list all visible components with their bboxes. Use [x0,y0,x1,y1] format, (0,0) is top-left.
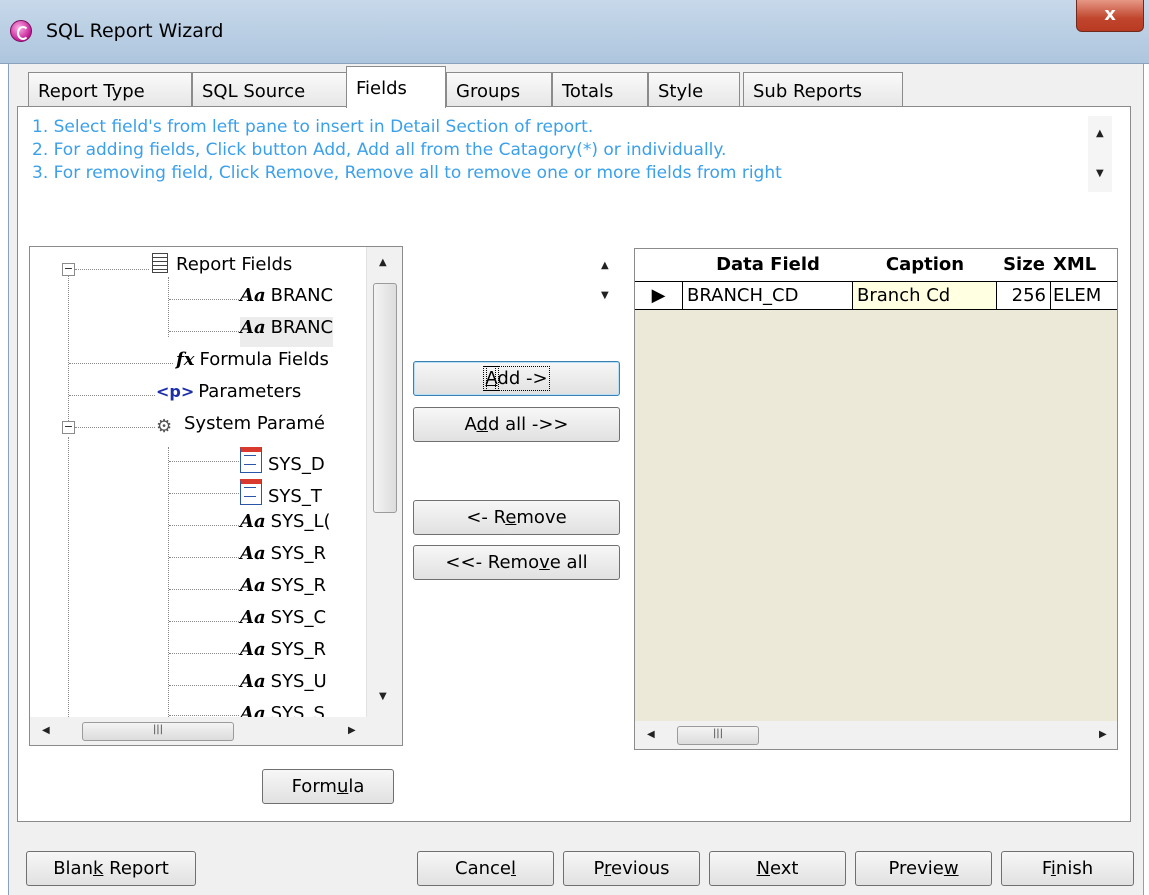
text-field-icon: Aa [240,575,266,596]
move-down-arrow-icon[interactable]: ▼ [601,290,609,301]
remove-all-button[interactable]: <<- Remove all [413,545,620,580]
add-button[interactable]: Add -> [413,361,620,396]
text-field-icon: Aa [240,639,266,660]
scroll-left-arrow-icon[interactable]: ◀ [42,725,50,736]
text-field-icon: Aa [240,511,266,532]
tab-sql-source[interactable]: SQL Source [192,72,348,107]
instructions-text: 1. Select field's from left pane to inse… [32,116,1084,185]
cancel-button[interactable]: Cancel [417,851,554,886]
move-up-arrow-icon[interactable]: ▲ [601,260,609,271]
grid-horizontal-scrollbar[interactable]: ◀ ||| ▶ [635,721,1117,749]
selected-fields-grid[interactable]: Data Field Caption Size XML ▶ BRANCH_CD … [634,248,1118,750]
scroll-down-arrow-icon[interactable]: ▼ [379,691,387,702]
scroll-down-arrow-icon[interactable]: ▼ [1096,168,1104,179]
tree-vertical-scrollbar[interactable]: ▲ ▼ [366,247,402,717]
tree-node-sys-param[interactable]: Aa SYS_U [240,671,327,701]
tree-node-formula-fields[interactable]: fx Formula Fields [176,349,329,379]
reorder-scroller[interactable]: ▲ ▼ [590,252,622,312]
previous-button[interactable]: Previous [563,851,700,886]
tree-horizontal-scrollbar[interactable]: ◀ ||| ▶ [30,717,402,745]
next-button[interactable]: Next [709,851,846,886]
scroll-thumb[interactable]: ||| [677,726,759,745]
formula-icon: fx [176,349,195,370]
gears-icon: ⚙ [156,416,173,437]
tree-node-system-parameters[interactable]: ⚙ System Paramé [156,413,325,443]
scroll-right-arrow-icon[interactable]: ▶ [1099,729,1107,740]
tab-report-type[interactable]: Report Type [28,72,192,107]
text-field-icon: Aa [240,543,266,564]
tab-fields[interactable]: Fields [346,66,446,108]
tree-node-sys-param[interactable]: Aa SYS_R [240,543,326,573]
tab-totals[interactable]: Totals [552,72,648,107]
tree-node-field[interactable]: Aa BRANC [240,317,334,347]
tree-node-report-fields[interactable]: Report Fields [152,253,292,283]
tree-node-sys-param[interactable]: Aa SYS_C [240,607,326,637]
collapse-icon[interactable]: − [62,263,75,276]
scroll-up-arrow-icon[interactable]: ▲ [379,257,387,268]
grid-cell-size[interactable]: 256 [997,282,1051,310]
column-header[interactable]: Data Field [683,249,854,282]
instruction-line: 3. For removing field, Click Remove, Rem… [32,163,782,183]
preview-button[interactable]: Preview [855,851,992,886]
blank-report-button[interactable]: Blank Report [26,851,196,886]
text-field-icon: Aa [240,317,266,338]
text-field-icon: Aa [240,671,266,692]
scroll-up-arrow-icon[interactable]: ▲ [1096,128,1104,139]
calendar-icon [240,447,262,473]
grid-cell-xml[interactable]: ELEM [1051,282,1117,310]
text-field-icon: Aa [240,607,266,628]
scroll-thumb[interactable]: ||| [82,722,234,741]
calendar-icon [240,479,262,505]
column-header[interactable]: Size [997,249,1052,282]
scroll-right-arrow-icon[interactable]: ▶ [348,725,356,736]
tree-node-sys-param[interactable]: SYS_T [240,479,322,509]
tree-node-sys-param[interactable]: Aa SYS_L( [240,511,331,541]
tree-node-field[interactable]: Aa BRANC [240,285,333,315]
instruction-line: 2. For adding fields, Click button Add, … [32,140,727,160]
instructions-scrollbar[interactable]: ▲ ▼ [1088,116,1112,192]
tree-node-sys-param[interactable]: SYS_D [240,447,325,477]
tab-sub-reports[interactable]: Sub Reports [743,72,903,107]
scroll-left-arrow-icon[interactable]: ◀ [647,729,655,740]
field-tree[interactable]: − Report Fields Aa BRANC Aa BRANC fx Formul… [29,246,403,746]
grid-corner [635,249,684,282]
tab-groups[interactable]: Groups [446,72,552,107]
tree-node-parameters[interactable]: <p> Parameters [156,381,301,411]
app-icon [10,20,32,42]
collapse-icon[interactable]: − [62,421,75,434]
report-fields-icon [152,253,168,273]
row-indicator-icon: ▶ [635,282,683,310]
tree-node-sys-param[interactable]: Aa SYS_R [240,575,326,605]
grid-cell-caption[interactable]: Branch Cd [853,282,997,310]
close-button[interactable]: x [1076,0,1144,32]
column-header[interactable]: Caption [853,249,998,282]
window-title: SQL Report Wizard [46,20,224,42]
column-header[interactable]: XML [1051,249,1117,282]
instruction-line: 1. Select field's from left pane to inse… [32,117,594,137]
tree-node-sys-param[interactable]: Aa SYS_R [240,639,326,669]
grid-cell-data-field[interactable]: BRANCH_CD [683,282,853,310]
finish-button[interactable]: Finish [1001,851,1134,886]
text-field-icon: Aa [240,285,266,306]
add-all-button[interactable]: Add all ->> [413,407,620,442]
scroll-thumb[interactable] [373,283,397,513]
tab-style[interactable]: Style [648,72,740,107]
parameter-icon: <p> [156,382,195,401]
remove-button[interactable]: <- Remove [413,500,620,535]
formula-button[interactable]: Formula [262,769,394,804]
